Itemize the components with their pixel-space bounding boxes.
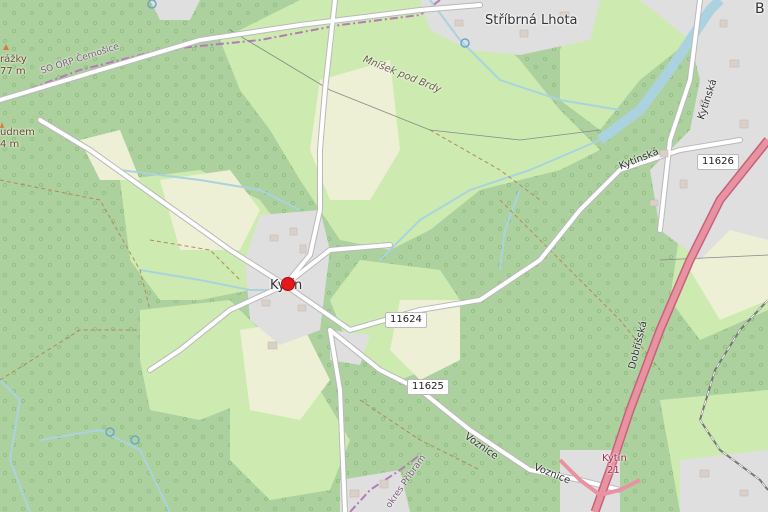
map-base-layer (0, 0, 768, 512)
peak-elevation-label: 4 m (0, 139, 20, 150)
residential-area (680, 450, 768, 512)
place-label-stribrna-lhota: Stříbrná Lhota (485, 13, 578, 28)
route-shield-11625: 11625 (407, 379, 449, 395)
peak-name-label: udnem (0, 127, 35, 138)
peak-name-label: rážky (0, 54, 27, 65)
map-canvas[interactable]: Stříbrná Lhota Kytín B rážky 77 m udnem … (0, 0, 768, 512)
place-label-edge: B (755, 1, 765, 17)
motorway-exit-label: Kytín (602, 453, 627, 464)
route-shield-11626: 11626 (697, 154, 739, 170)
route-shield-11624: 11624 (385, 312, 427, 328)
peak-elevation-label: 77 m (0, 66, 26, 77)
motorway-exit-number: 21 (607, 465, 620, 476)
location-marker[interactable] (281, 277, 295, 291)
